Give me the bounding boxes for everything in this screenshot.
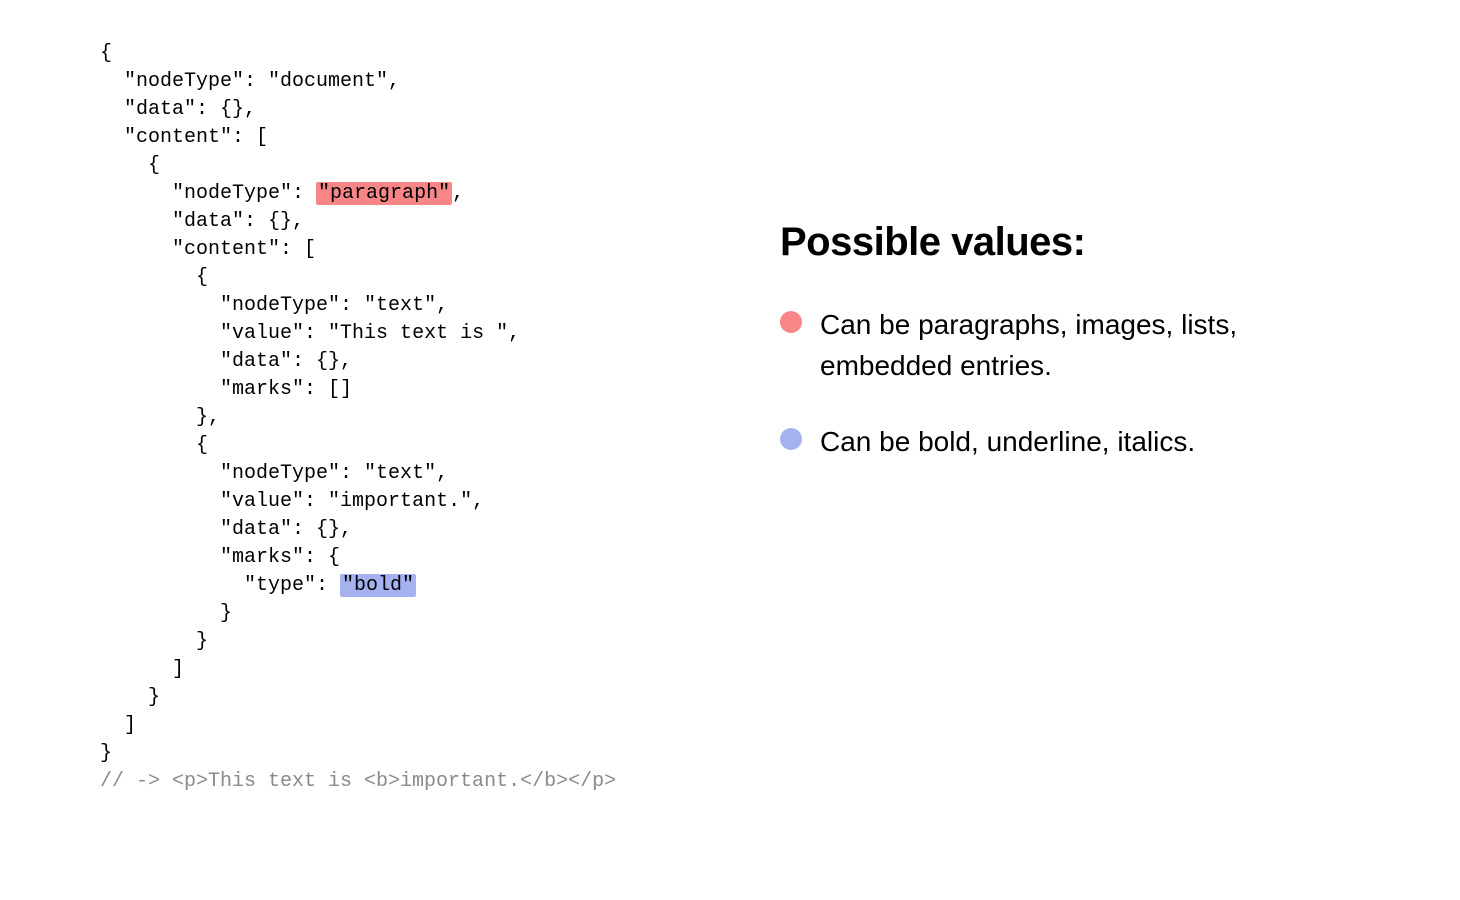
code-segment: "nodeType": "document", [124,70,400,93]
code-segment: { [100,42,112,65]
code-line: "nodeType": "paragraph", [100,180,760,208]
code-segment: "data": {}, [172,210,304,233]
code-line: "nodeType": "text", [100,292,760,320]
code-line: "content": [ [100,124,760,152]
code-segment: "content": [ [172,238,316,261]
code-segment: "nodeType": [172,182,316,205]
code-segment: "marks": { [220,546,340,569]
code-segment: "value": "This text is ", [220,322,520,345]
code-segment: // -> <p>This text is <b>important.</b><… [100,770,616,793]
code-segment: "marks": [] [220,378,352,401]
code-block: { "nodeType": "document", "data": {}, "c… [100,40,760,860]
code-line: { [100,40,760,68]
code-segment: { [148,154,160,177]
code-segment: "data": {}, [124,98,256,121]
dot-blue-icon [780,428,802,450]
code-segment: } [148,686,160,709]
page-root: { "nodeType": "document", "data": {}, "c… [0,0,1460,900]
code-segment: } [100,742,112,765]
code-segment: { [196,434,208,457]
legend-text: Can be paragraphs, images, lists, embedd… [820,305,1360,386]
code-segment: }, [196,406,220,429]
code-line: "type": "bold" [100,572,760,600]
code-line: "marks": [] [100,376,760,404]
code-segment: , [452,182,464,205]
code-line: } [100,600,760,628]
code-segment: "paragraph" [316,182,452,205]
code-line: "data": {}, [100,208,760,236]
code-segment: ] [124,714,136,737]
code-line: "nodeType": "text", [100,460,760,488]
code-segment: "value": "important.", [220,490,484,513]
code-line: "value": "This text is ", [100,320,760,348]
code-segment: "content": [ [124,126,268,149]
code-line: { [100,152,760,180]
code-line: "content": [ [100,236,760,264]
code-line: { [100,432,760,460]
code-line: } [100,740,760,768]
code-line: }, [100,404,760,432]
code-segment: "nodeType": "text", [220,462,448,485]
legend-heading: Possible values: [780,220,1360,265]
code-line: "value": "important.", [100,488,760,516]
code-segment: "type": [244,574,340,597]
code-line: "data": {}, [100,96,760,124]
code-segment: { [196,266,208,289]
code-line: ] [100,656,760,684]
legend-panel: Possible values: Can be paragraphs, imag… [760,40,1400,860]
code-line: } [100,628,760,656]
code-line: "nodeType": "document", [100,68,760,96]
code-segment: } [220,602,232,625]
code-segment: "nodeType": "text", [220,294,448,317]
legend-text: Can be bold, underline, italics. [820,422,1195,463]
legend-item: Can be paragraphs, images, lists, embedd… [780,305,1360,386]
code-line: } [100,684,760,712]
code-line: { [100,264,760,292]
code-line: "data": {}, [100,516,760,544]
code-line: ] [100,712,760,740]
code-segment: "bold" [340,574,416,597]
code-line: "marks": { [100,544,760,572]
code-segment: "data": {}, [220,350,352,373]
legend-list: Can be paragraphs, images, lists, embedd… [780,305,1360,463]
legend-item: Can be bold, underline, italics. [780,422,1360,463]
code-segment: "data": {}, [220,518,352,541]
code-line: // -> <p>This text is <b>important.</b><… [100,768,760,796]
code-segment: } [196,630,208,653]
code-segment: ] [172,658,184,681]
dot-red-icon [780,311,802,333]
code-line: "data": {}, [100,348,760,376]
